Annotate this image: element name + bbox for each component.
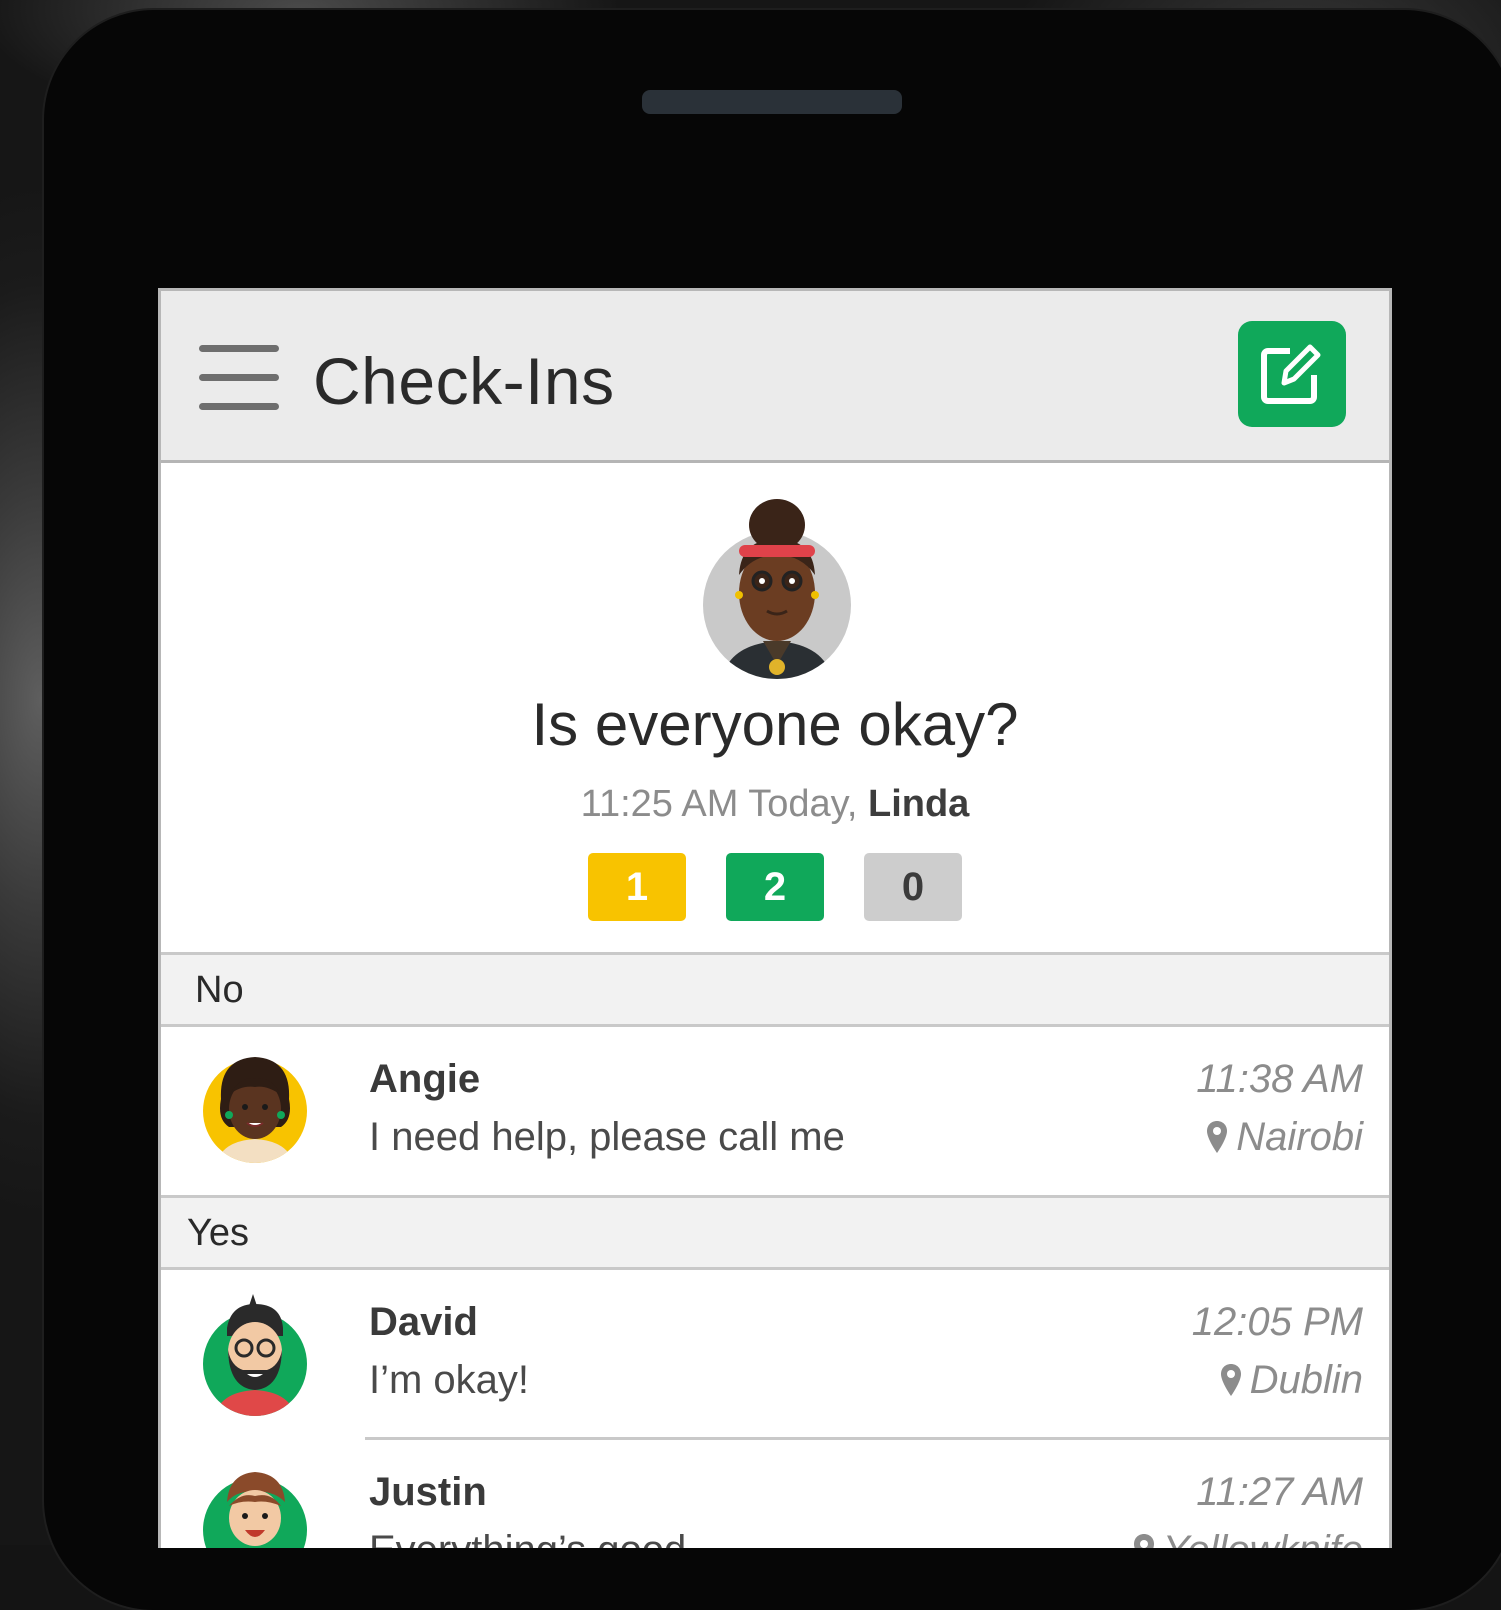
response-row-justin[interactable]: Justin Everything’s good 11:27 AM Yellow… [161, 1440, 1389, 1548]
checkin-meta: 11:25 AM Today, Linda [161, 781, 1389, 827]
compose-icon [1261, 344, 1321, 404]
response-message: I’m okay! [369, 1358, 530, 1402]
count-yes-badge[interactable]: 2 [726, 853, 824, 921]
response-row-david[interactable]: David I’m okay! 12:05 PM Dublin [161, 1270, 1389, 1438]
response-time: 12:05 PM [1191, 1300, 1363, 1344]
page-title: Check-Ins [313, 344, 615, 418]
checkin-question: Is everyone okay? [531, 691, 1019, 758]
avatar [203, 1294, 307, 1416]
location-label: Yellowknife [1163, 1528, 1363, 1548]
response-row-angie[interactable]: Angie I need help, please call me 11:38 … [161, 1027, 1389, 1195]
response-location: Dublin [1220, 1356, 1363, 1404]
response-location: Nairobi [1206, 1113, 1363, 1161]
section-label-no: No [195, 969, 244, 1011]
avatar [203, 1472, 307, 1548]
location-label: Dublin [1249, 1358, 1363, 1402]
checkin-time: 11:25 AM Today, [580, 783, 868, 825]
avatar [203, 1057, 307, 1163]
checkin-author: Linda [867, 783, 970, 825]
location-pin-icon [1207, 1121, 1228, 1153]
responder-name: Angie [369, 1057, 481, 1101]
checkin-summary: Is everyone okay? 11:25 AM Today, Linda … [161, 463, 1389, 955]
response-time: 11:27 AM [1196, 1470, 1363, 1514]
response-counts: 1 2 0 [161, 853, 1389, 921]
response-time: 11:38 AM [1196, 1057, 1363, 1101]
sender-avatar [703, 499, 851, 679]
responder-name: David [369, 1300, 478, 1344]
response-message: I need help, please call me [369, 1115, 845, 1159]
section-label-yes: Yes [187, 1212, 249, 1254]
app-screen: Check-Ins Is everyone okay? 11:25 AM Tod… [158, 288, 1392, 1548]
responder-name: Justin [369, 1470, 487, 1514]
phone-speaker [642, 90, 902, 114]
app-bar: Check-Ins [161, 291, 1389, 463]
location-pin-icon [1220, 1364, 1241, 1396]
location-pin-icon [1133, 1534, 1154, 1548]
hamburger-icon[interactable] [199, 343, 281, 413]
section-header-yes: Yes [161, 1198, 1389, 1270]
location-label: Nairobi [1236, 1115, 1363, 1159]
compose-button[interactable] [1238, 321, 1346, 427]
count-no-badge[interactable]: 1 [588, 853, 686, 921]
section-header-no: No [161, 955, 1389, 1027]
count-no-response-badge[interactable]: 0 [864, 853, 962, 921]
